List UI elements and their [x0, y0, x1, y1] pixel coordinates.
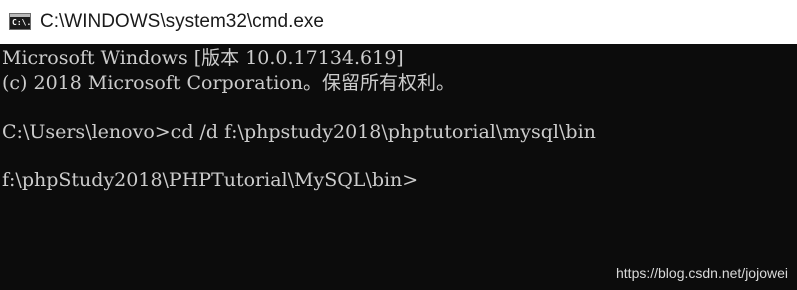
console-line: Microsoft Windows [版本 10.0.17134.619] — [2, 47, 404, 69]
watermark: https://blog.csdn.net/jojowei — [616, 265, 788, 281]
cmd-icon-bar — [10, 14, 30, 17]
console-line: (c) 2018 Microsoft Corporation。保留所有权利。 — [2, 72, 455, 94]
title-bar[interactable]: C:\. C:\WINDOWS\system32\cmd.exe — [0, 0, 797, 44]
console-prompt[interactable]: f:\phpStudy2018\PHPTutorial\MySQL\bin> — [2, 168, 418, 192]
window-title: C:\WINDOWS\system32\cmd.exe — [40, 11, 324, 32]
console-line: C:\Users\lenovo>cd /d f:\phpstudy2018\ph… — [2, 121, 596, 143]
cmd-icon[interactable]: C:\. — [9, 13, 31, 30]
console-output[interactable]: Microsoft Windows [版本 10.0.17134.619] (c… — [0, 44, 797, 290]
cmd-icon-glyph: C:\. — [12, 18, 32, 27]
cmd-window: C:\. C:\WINDOWS\system32\cmd.exe Microso… — [0, 0, 797, 290]
